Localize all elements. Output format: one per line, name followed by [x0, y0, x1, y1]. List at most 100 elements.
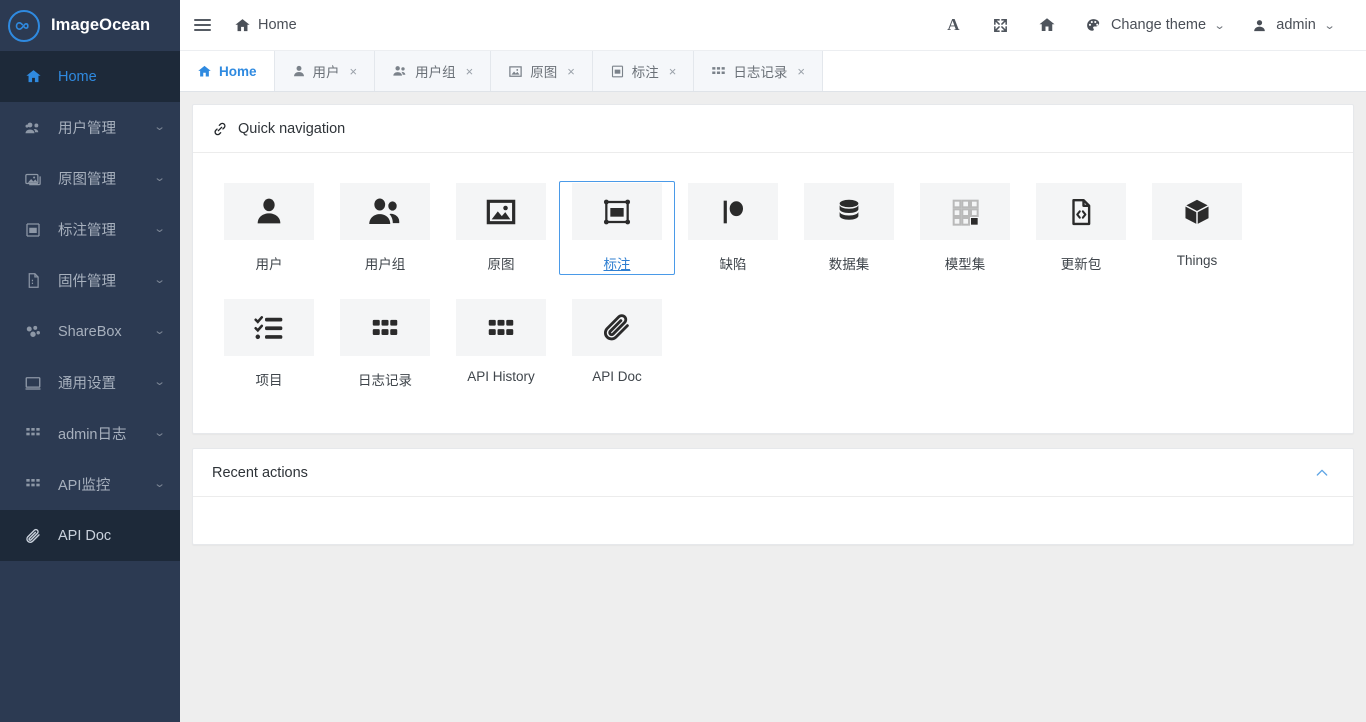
database-icon [804, 183, 894, 240]
tab-log-records[interactable]: 日志记录 × [694, 51, 823, 91]
grid-dots-icon [711, 64, 726, 79]
tab-label: Home [219, 63, 257, 79]
quick-nav-item-api-history[interactable]: API History [443, 297, 559, 391]
quick-nav-item-log-records[interactable]: 日志记录 [327, 297, 443, 391]
quick-navigation-grid: 用户 用户组 原图 标注 缺陷 数据集 模型集 更新包 Things 项目 日志… [193, 153, 1353, 433]
grid-dots-icon [340, 299, 430, 356]
home-icon [197, 64, 212, 79]
quick-navigation-header: Quick navigation [193, 105, 1353, 153]
quick-nav-label: 用户 [255, 257, 283, 272]
paperclip-icon [572, 299, 662, 356]
checklist-icon [224, 299, 314, 356]
close-icon[interactable]: × [567, 65, 575, 78]
quick-nav-label: 缺陷 [719, 257, 747, 272]
tab-user-group[interactable]: 用户组 × [375, 51, 492, 91]
tab-annotation[interactable]: 标注 × [592, 51, 695, 91]
quick-nav-item-defect[interactable]: 缺陷 [675, 181, 791, 275]
change-theme-button[interactable]: Change theme ⌄ [1071, 0, 1238, 51]
quick-nav-label: 更新包 [1060, 257, 1102, 272]
main-area: Home A Change theme ⌄ admin ⌄ Home 用户 × … [180, 0, 1366, 722]
chevron-down-icon: ⌄ [153, 223, 166, 235]
brand-header[interactable]: ImageOcean [0, 0, 180, 51]
sidebar-item-user-management[interactable]: 用户管理 ⌄ [0, 102, 180, 153]
quick-nav-item-user[interactable]: 用户 [211, 181, 327, 275]
quick-nav-label: 项目 [255, 373, 283, 388]
sidebar-item-api-monitor[interactable]: API监控 ⌄ [0, 459, 180, 510]
sidebar-item-firmware-management[interactable]: 固件管理 ⌄ [0, 255, 180, 306]
grid-dots-icon [22, 477, 44, 493]
tab-label: 用户 [312, 65, 340, 80]
users-group-icon [392, 63, 408, 79]
sidebar-item-sharebox[interactable]: ShareBox ⌄ [0, 306, 180, 357]
tab-home[interactable]: Home [180, 51, 275, 91]
annotation-icon [22, 221, 44, 239]
sidebar: ImageOcean Home 用户管理 ⌄ 原图管理 ⌄ 标注管理 ⌄ 固件管… [0, 0, 180, 722]
user-icon [1252, 18, 1267, 33]
users-group-icon [22, 119, 44, 137]
sidebar-item-label: 通用设置 [58, 376, 116, 392]
topbar: Home A Change theme ⌄ admin ⌄ [180, 0, 1366, 51]
firmware-file-icon [22, 272, 44, 289]
quick-nav-item-project[interactable]: 项目 [211, 297, 327, 391]
sidebar-item-annotation-management[interactable]: 标注管理 ⌄ [0, 204, 180, 255]
sidebar-item-label: API监控 [58, 478, 111, 494]
sidebar-nav: Home 用户管理 ⌄ 原图管理 ⌄ 标注管理 ⌄ 固件管理 ⌄ ShareBo… [0, 51, 180, 722]
user-menu-button[interactable]: admin ⌄ [1238, 0, 1348, 51]
sidebar-item-label: 标注管理 [58, 223, 116, 239]
quick-nav-item-model-set[interactable]: 模型集 [907, 181, 1023, 275]
quick-nav-label: API History [467, 369, 535, 384]
quick-nav-label: API Doc [592, 369, 642, 384]
quick-nav-label: 日志记录 [358, 373, 412, 388]
sidebar-item-label: Home [58, 68, 97, 85]
chevron-up-icon[interactable] [1310, 461, 1334, 485]
close-icon[interactable]: × [466, 65, 474, 78]
sidebar-item-label: 用户管理 [58, 121, 116, 137]
chevron-down-icon: ⌄ [153, 478, 166, 490]
quick-nav-item-dataset[interactable]: 数据集 [791, 181, 907, 275]
annotation-icon [610, 64, 625, 79]
quick-nav-item-things[interactable]: Things [1139, 181, 1255, 275]
chevron-down-icon: ⌄ [153, 427, 166, 439]
quick-nav-item-user-group[interactable]: 用户组 [327, 181, 443, 275]
quick-nav-label: 标注 [603, 257, 631, 272]
user-icon [224, 183, 314, 240]
quick-nav-item-annotation[interactable]: 标注 [559, 181, 675, 275]
sidebar-item-label: admin日志 [58, 427, 127, 443]
grid-dots-icon [456, 299, 546, 356]
sidebar-item-general-settings[interactable]: 通用设置 ⌄ [0, 357, 180, 408]
sidebar-item-home[interactable]: Home [0, 51, 180, 102]
home-icon [22, 68, 44, 85]
close-icon[interactable]: × [669, 65, 677, 78]
quick-nav-item-update-package[interactable]: 更新包 [1023, 181, 1139, 275]
quick-nav-item-api-doc[interactable]: API Doc [559, 297, 675, 391]
tab-label: 用户组 [415, 65, 456, 80]
breadcrumb[interactable]: Home [234, 17, 297, 34]
sidebar-item-label: 原图管理 [58, 172, 116, 188]
quick-nav-item-original-image[interactable]: 原图 [443, 181, 559, 275]
chevron-down-icon: ⌄ [153, 274, 166, 286]
chevron-down-icon: ⌄ [1323, 19, 1336, 32]
home-icon[interactable] [1024, 0, 1071, 51]
tab-label: 标注 [631, 65, 659, 80]
tab-user[interactable]: 用户 × [274, 51, 376, 91]
hamburger-icon[interactable] [180, 16, 224, 34]
infinity-circle-icon [8, 9, 40, 42]
app-root: ImageOcean Home 用户管理 ⌄ 原图管理 ⌄ 标注管理 ⌄ 固件管… [0, 0, 1366, 722]
image-icon [508, 64, 523, 79]
sidebar-item-admin-log[interactable]: admin日志 ⌄ [0, 408, 180, 459]
quick-nav-label: 原图 [487, 257, 515, 272]
images-icon [22, 170, 44, 188]
sidebar-item-image-management[interactable]: 原图管理 ⌄ [0, 153, 180, 204]
close-icon[interactable]: × [350, 65, 358, 78]
fullscreen-icon[interactable] [977, 0, 1024, 51]
code-file-icon [1036, 183, 1126, 240]
close-icon[interactable]: × [797, 65, 805, 78]
sidebar-item-api-doc[interactable]: API Doc [0, 510, 180, 561]
font-size-icon[interactable]: A [930, 0, 977, 51]
chevron-down-icon: ⌄ [153, 121, 166, 133]
tab-original-image[interactable]: 原图 × [491, 51, 593, 91]
sidebar-item-label: 固件管理 [58, 274, 116, 290]
chevron-down-icon: ⌄ [153, 325, 166, 337]
user-icon [292, 64, 306, 78]
chevron-down-icon: ⌄ [1213, 19, 1226, 32]
